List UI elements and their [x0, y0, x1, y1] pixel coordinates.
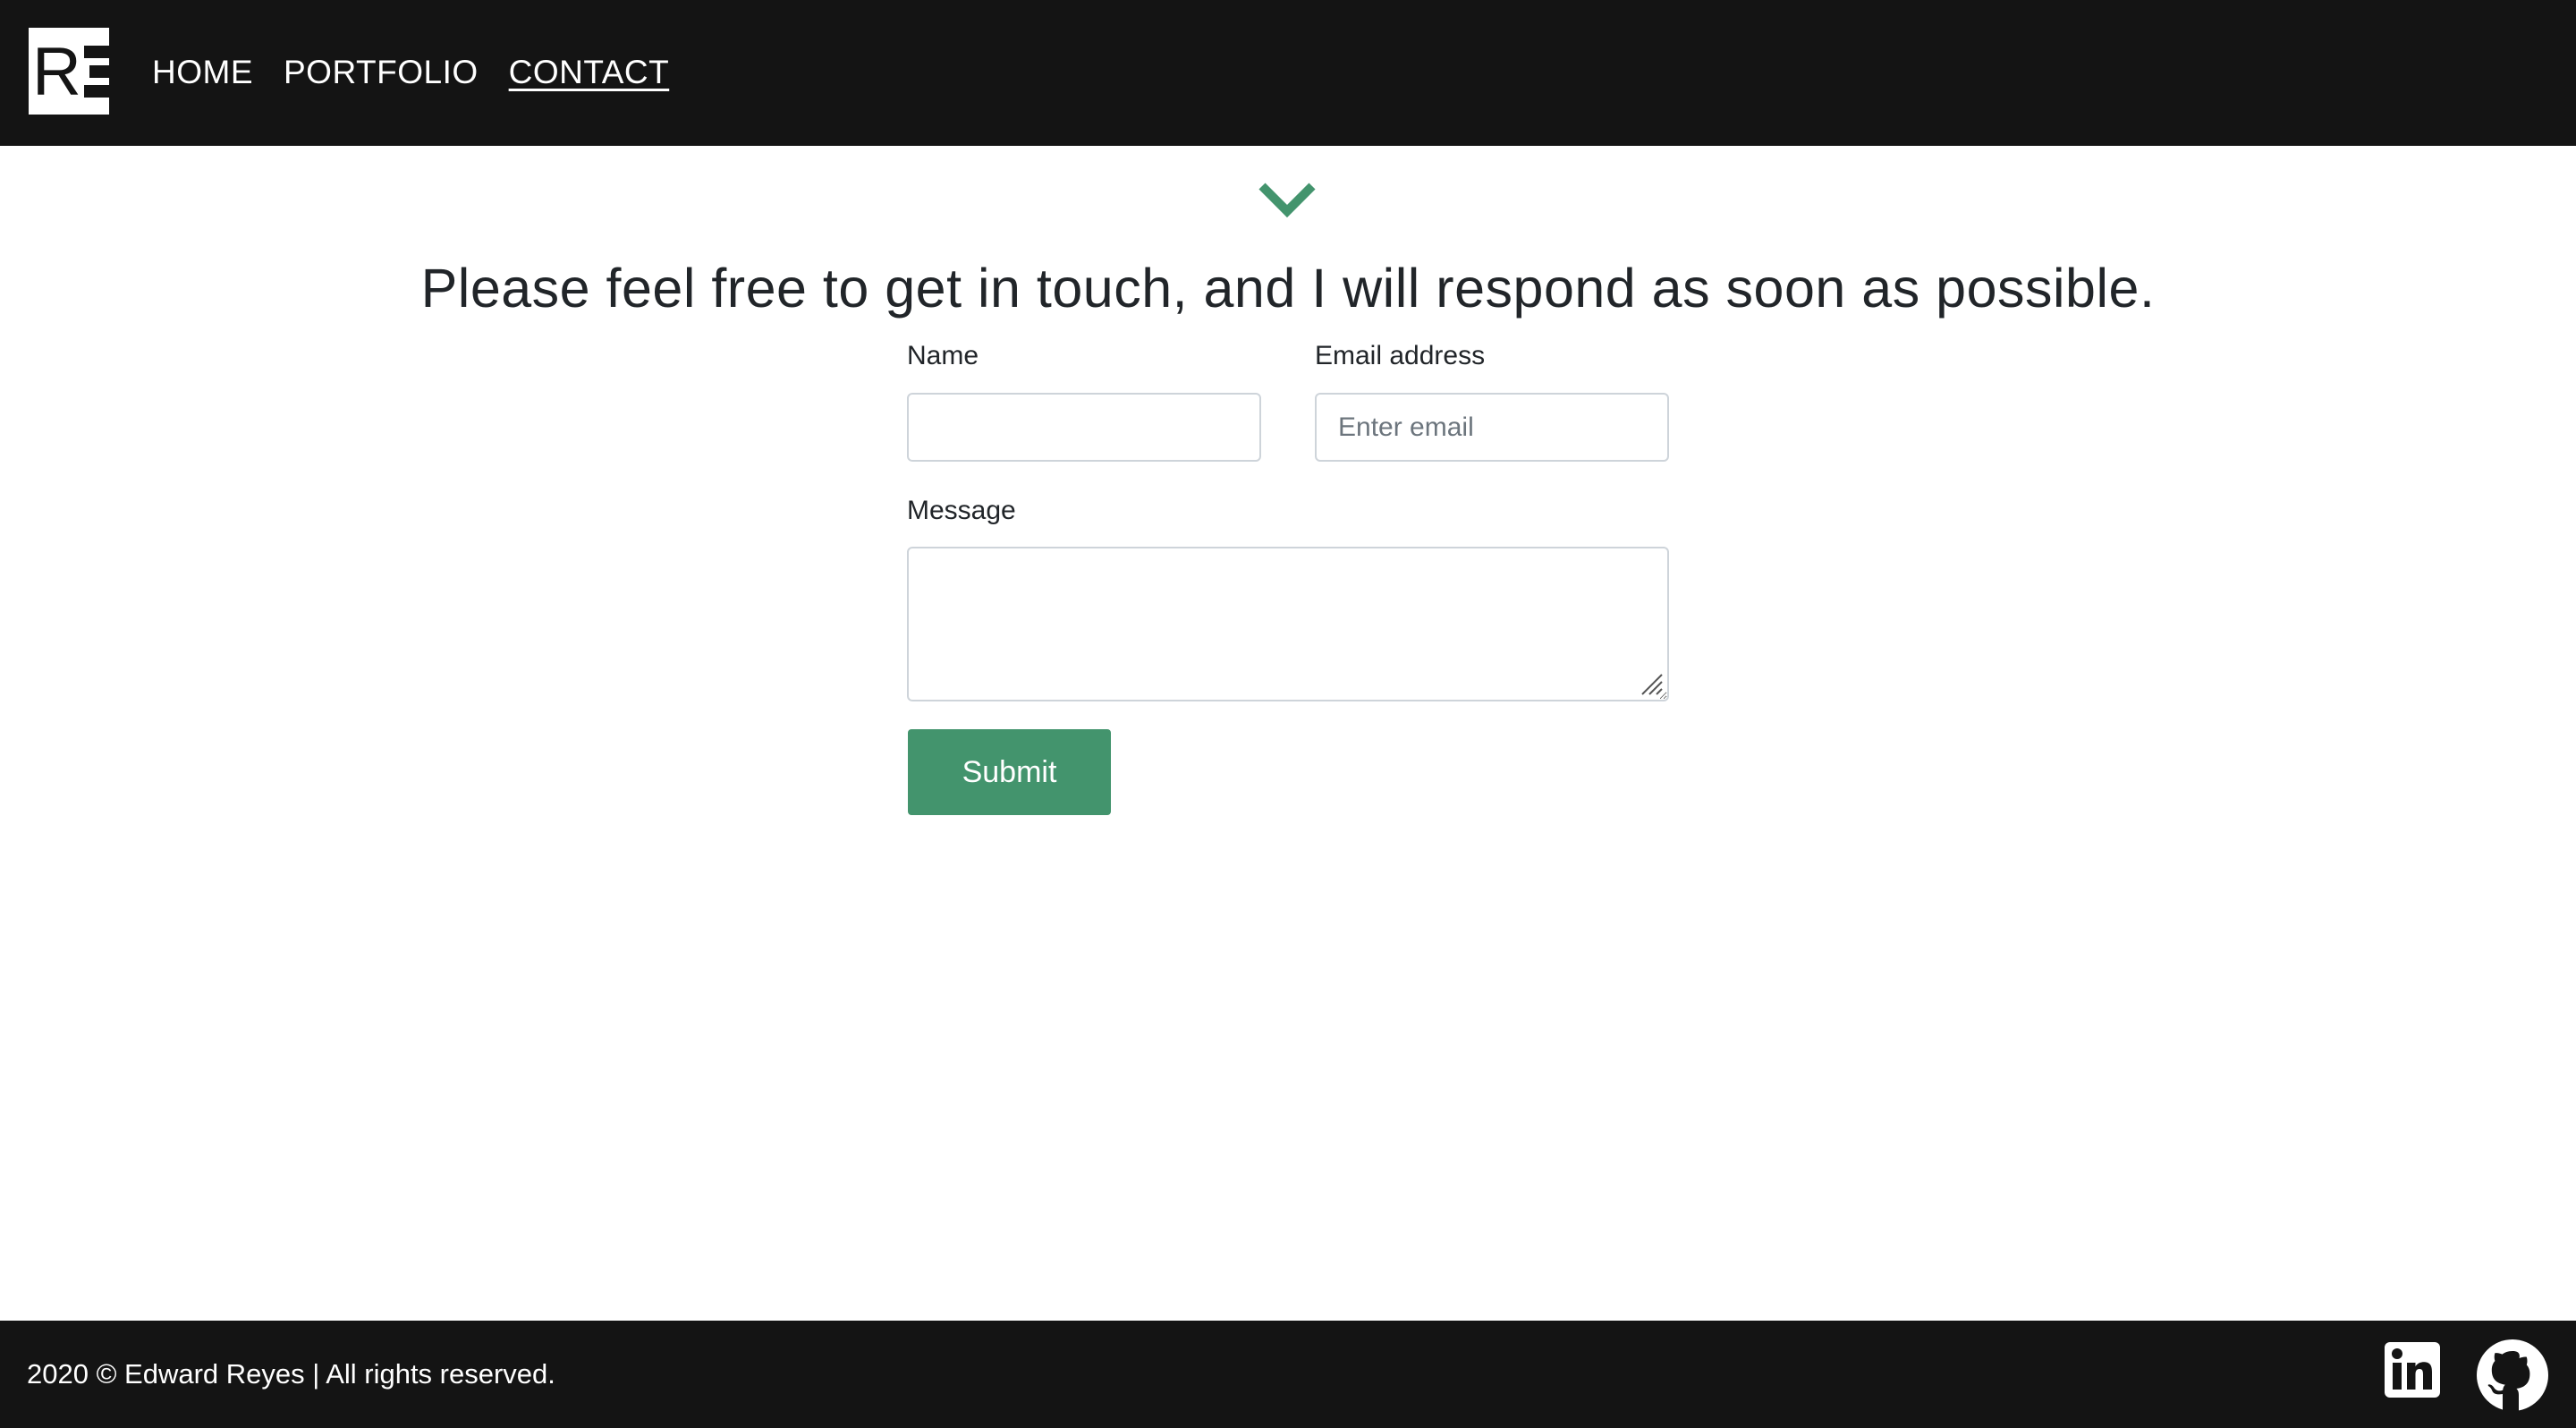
- logo-e-bar-middle: [89, 65, 109, 78]
- navbar: R HOME PORTFOLIO CONTACT: [0, 0, 2576, 146]
- site-logo[interactable]: R: [29, 28, 109, 115]
- github-icon: [2477, 1339, 2548, 1412]
- copyright-text: 2020 © Edward Reyes | All rights reserve…: [27, 1358, 555, 1390]
- logo-e-bar-bottom: [84, 85, 109, 98]
- nav-links: HOME PORTFOLIO CONTACT: [152, 50, 669, 95]
- message-label: Message: [907, 496, 1016, 525]
- footer: 2020 © Edward Reyes | All rights reserve…: [0, 1321, 2576, 1428]
- nav-link-portfolio[interactable]: PORTFOLIO: [284, 50, 479, 95]
- submit-button[interactable]: Submit: [908, 729, 1111, 815]
- nav-link-home[interactable]: HOME: [152, 50, 253, 95]
- nav-link-contact[interactable]: CONTACT: [509, 50, 670, 95]
- name-label: Name: [907, 341, 979, 370]
- email-field[interactable]: [1315, 393, 1669, 462]
- chevron-down-icon: [1258, 183, 1316, 218]
- email-label: Email address: [1315, 341, 1486, 370]
- page-headline: Please feel free to get in touch, and I …: [420, 258, 2156, 319]
- linkedin-link[interactable]: [2385, 1342, 2440, 1398]
- linkedin-icon: [2385, 1342, 2440, 1398]
- github-link[interactable]: [2476, 1339, 2549, 1412]
- name-field[interactable]: [907, 393, 1261, 462]
- resize-grip-icon[interactable]: [1637, 669, 1664, 696]
- logo-e-bar-top: [84, 46, 109, 58]
- message-field[interactable]: [907, 547, 1669, 701]
- logo-letter-r: R: [32, 34, 81, 110]
